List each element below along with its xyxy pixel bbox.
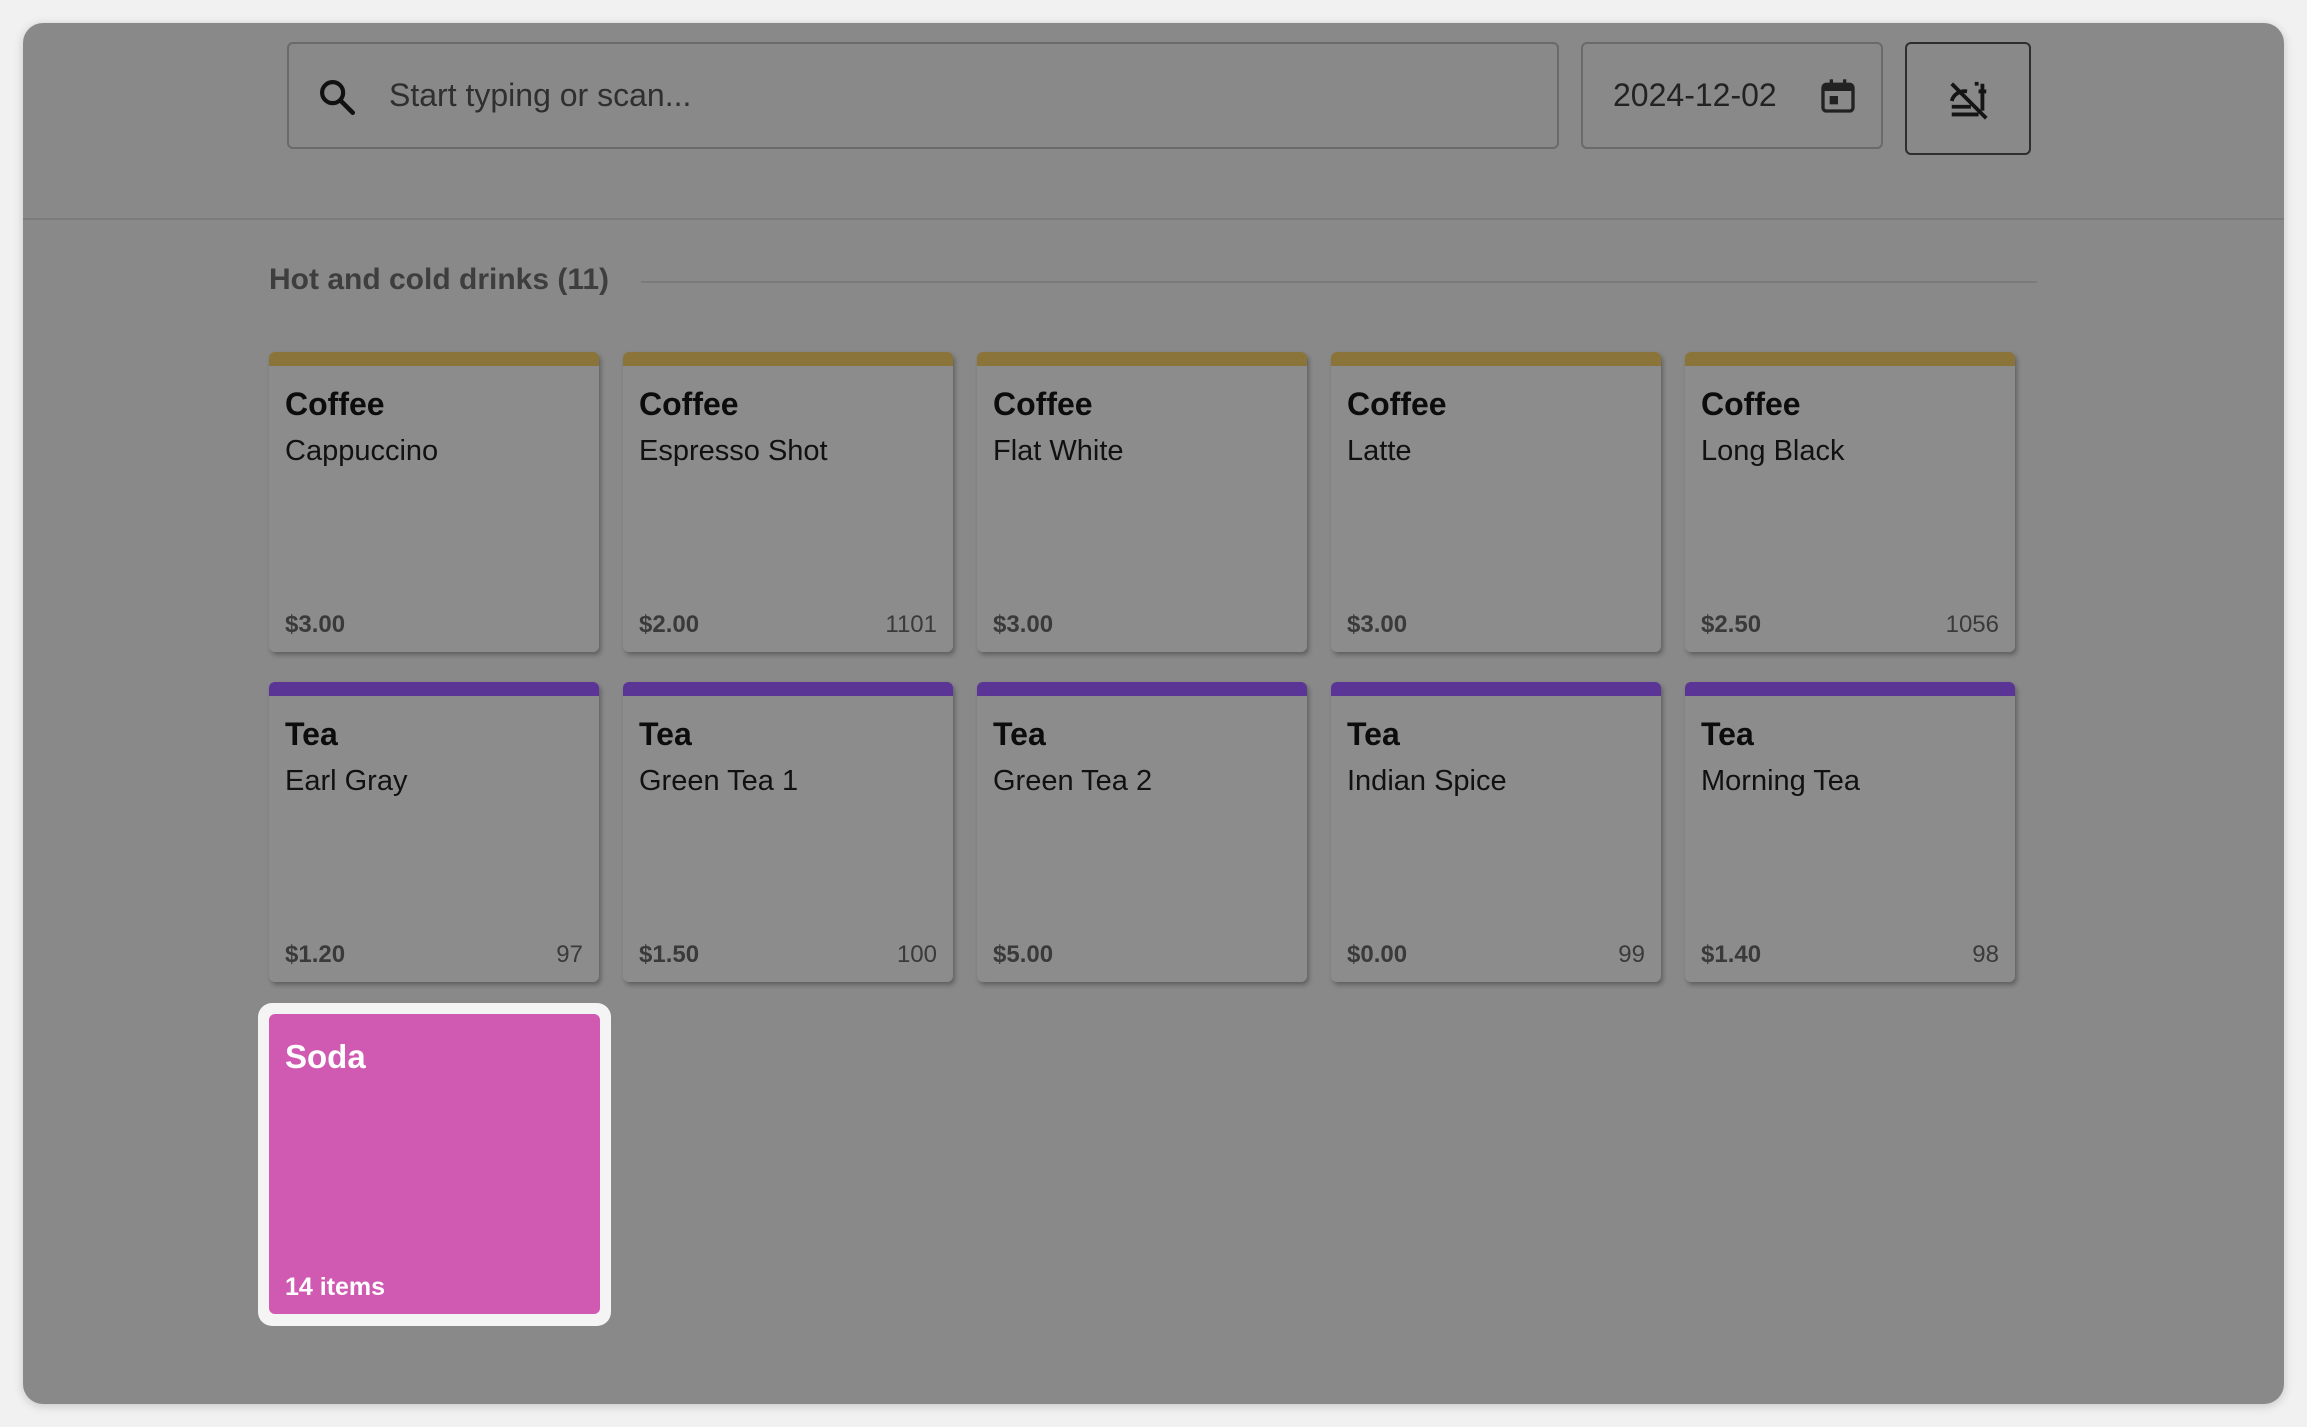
product-name: Green Tea 1 (639, 765, 799, 797)
product-category: Tea (285, 716, 338, 752)
product-category: Tea (639, 716, 692, 752)
card-accent-bar (1331, 682, 1661, 696)
product-card[interactable]: Tea Green Tea 1 $1.50 100 (623, 682, 953, 982)
product-price: $0.00 (1347, 941, 1408, 968)
search-box[interactable] (287, 42, 1559, 149)
product-stock: 98 (1972, 941, 1999, 968)
product-price: $2.00 (639, 611, 700, 638)
subcategory-item-count: 14 items (285, 1273, 386, 1301)
product-price: $1.40 (1701, 941, 1762, 968)
product-stock: 99 (1618, 941, 1645, 968)
product-category: Coffee (285, 386, 385, 422)
top-toolbar: 2024-12-02 (23, 23, 2284, 220)
product-name: Espresso Shot (639, 435, 828, 467)
product-category: Tea (1701, 716, 1754, 752)
product-category: Coffee (1347, 386, 1447, 422)
card-accent-bar (623, 682, 953, 696)
section-divider (641, 281, 2037, 283)
subcategory-card-body: Soda 14 items (269, 1014, 600, 1314)
product-name: Cappuccino (285, 435, 439, 467)
product-stock: 97 (556, 941, 583, 968)
product-price: $3.00 (993, 611, 1054, 638)
card-accent-bar (1685, 352, 2015, 366)
product-stock: 1101 (885, 611, 937, 638)
card-accent-bar (1685, 682, 2015, 696)
product-category: Tea (1347, 716, 1400, 752)
app-window: 2024-12-02 Hot and cold drinks (11) (23, 23, 2284, 1404)
product-card[interactable]: Coffee Espresso Shot $2.00 1101 (623, 352, 953, 652)
product-price: $3.00 (1347, 611, 1408, 638)
calendar-icon[interactable] (1818, 75, 1858, 117)
no-meals-filter-button[interactable] (1905, 42, 2031, 155)
product-category: Coffee (1701, 386, 1801, 422)
product-name: Morning Tea (1701, 765, 1861, 797)
product-price: $3.00 (285, 611, 346, 638)
product-card[interactable]: Tea Indian Spice $0.00 99 (1331, 682, 1661, 982)
product-name: Long Black (1701, 435, 1845, 467)
card-accent-bar (977, 352, 1307, 366)
product-stock: 1056 (1945, 611, 1999, 638)
product-price: $5.00 (993, 941, 1054, 968)
section-title: Hot and cold drinks (11) (269, 263, 610, 296)
search-icon (320, 80, 356, 116)
product-card[interactable]: Tea Earl Gray $1.20 97 (269, 682, 599, 982)
product-card[interactable]: Coffee Cappuccino $3.00 (269, 352, 599, 652)
product-name: Latte (1347, 435, 1412, 467)
product-card[interactable]: Coffee Flat White $3.00 (977, 352, 1307, 652)
no-meals-icon (1949, 81, 1988, 120)
product-card[interactable]: Tea Green Tea 2 $5.00 (977, 682, 1307, 982)
product-card[interactable]: Coffee Long Black $2.50 1056 (1685, 352, 2015, 652)
product-price: $1.50 (639, 941, 700, 968)
product-name: Indian Spice (1347, 765, 1507, 797)
product-name: Earl Gray (285, 765, 408, 797)
card-accent-bar (269, 352, 599, 366)
card-accent-bar (977, 682, 1307, 696)
product-price: $2.50 (1701, 611, 1762, 638)
date-picker[interactable]: 2024-12-02 (1581, 42, 1883, 149)
product-name: Green Tea 2 (993, 765, 1153, 797)
product-card[interactable]: Tea Morning Tea $1.40 98 (1685, 682, 2015, 982)
subcategory-name: Soda (285, 1038, 366, 1075)
search-input[interactable] (389, 44, 1539, 147)
date-value: 2024-12-02 (1613, 77, 1777, 113)
card-accent-bar (623, 352, 953, 366)
product-stock: 100 (896, 941, 937, 968)
subcategory-card-soda[interactable]: Soda 14 items (258, 1003, 611, 1326)
product-category: Coffee (993, 386, 1093, 422)
product-card[interactable]: Coffee Latte $3.00 (1331, 352, 1661, 652)
card-accent-bar (1331, 352, 1661, 366)
card-accent-bar (269, 682, 599, 696)
product-price: $1.20 (285, 941, 346, 968)
product-category: Tea (993, 716, 1046, 752)
product-name: Flat White (993, 435, 1124, 467)
product-category: Coffee (639, 386, 739, 422)
